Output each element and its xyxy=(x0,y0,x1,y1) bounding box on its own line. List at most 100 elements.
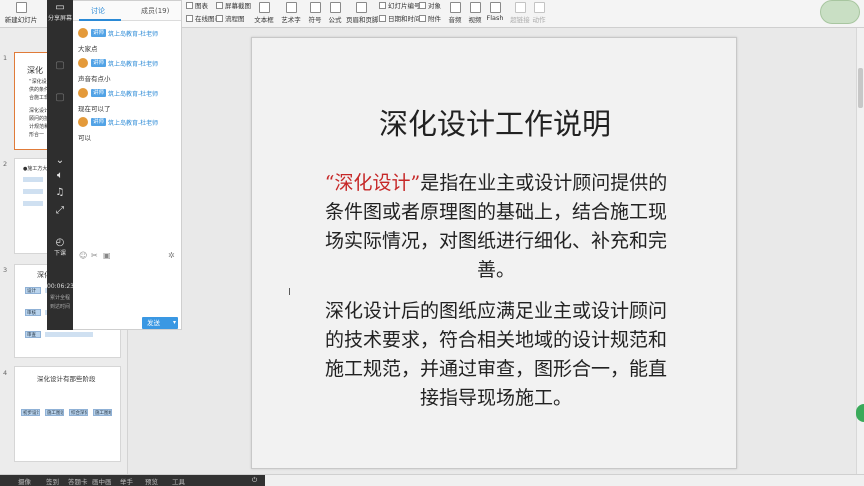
tools-menu[interactable]: 工具 xyxy=(172,476,185,486)
chart-button[interactable]: 图表 xyxy=(186,0,208,10)
tab-discussion[interactable]: 讨论 xyxy=(91,6,105,16)
thumb-bar xyxy=(23,177,43,182)
hyperlink-button[interactable]: 超链接 xyxy=(510,1,530,27)
action-button[interactable]: 动作 xyxy=(531,1,547,27)
emoji-icon[interactable]: ☺ xyxy=(79,251,87,260)
pip-tool[interactable]: 画中画 xyxy=(92,476,112,486)
sender-name: 筑上岛教育-杜老师 xyxy=(108,31,159,38)
online-chart-icon xyxy=(186,15,193,22)
tab-members[interactable]: 成员(19) xyxy=(141,6,169,16)
avatar xyxy=(78,58,88,68)
elapsed-time: 00:06:23 xyxy=(47,283,74,290)
side-icon-1[interactable]: ▢ xyxy=(47,60,73,71)
slide-paragraph-1[interactable]: “深化设计”是指在业主或设计顾问提供的条件图或者原理图的基础上，结合施工现场实际… xyxy=(320,169,672,285)
wordart-icon xyxy=(285,2,297,13)
power-icon[interactable]: ⏻ xyxy=(252,476,257,485)
panel-icon: ▢ xyxy=(55,92,65,103)
avatar xyxy=(78,88,88,98)
thumb-pill: 设计 xyxy=(25,287,41,294)
wordart-button[interactable]: 艺术字 xyxy=(280,1,302,27)
time-label-2: 到达时间 xyxy=(49,304,70,310)
paperclip-icon xyxy=(419,15,426,22)
chat-tabs: 讨论 成员(19) xyxy=(73,1,181,21)
fullscreen-icon: ⤢ xyxy=(56,205,64,216)
scissors-icon xyxy=(216,2,223,9)
status-bar: 摄像 签到 答题卡 画中画 举手 预览 工具 ⏻ xyxy=(0,474,864,486)
sender-name: 筑上岛教育-杜老师 xyxy=(108,61,159,68)
send-button[interactable]: 发送 ▾ xyxy=(142,317,178,329)
chat-input-toolbar: ☺ ✂ ▣ ✲ xyxy=(79,251,179,261)
brand-logo xyxy=(820,0,860,24)
music-icon: ♫ xyxy=(55,187,65,198)
settings-icon[interactable]: ✲ xyxy=(168,251,175,260)
object-icon xyxy=(419,2,426,9)
text-cursor-icon: I xyxy=(288,287,291,298)
attachment-button[interactable]: 附件 xyxy=(419,13,441,23)
scissors-icon[interactable]: ✂ xyxy=(91,251,98,260)
side-icon-2[interactable]: ▢ xyxy=(47,92,73,103)
raise-hand-tool[interactable]: 举手 xyxy=(120,476,133,486)
video-button[interactable]: 视频 xyxy=(466,1,484,27)
music-button[interactable]: ♫ xyxy=(47,187,73,198)
object-button[interactable]: 对象 xyxy=(419,0,441,10)
new-slide-button[interactable]: 新建幻灯片 xyxy=(4,1,38,27)
end-class-button[interactable]: ◴ 下课 xyxy=(47,237,73,257)
thumb-pill: 审查 xyxy=(25,331,41,338)
thumb-pill: 施工图设计阶段 xyxy=(45,409,64,416)
current-slide[interactable]: 深化设计工作说明 “深化设计”是指在业主或设计顾问提供的条件图或者原理图的基础上… xyxy=(251,37,737,469)
sign-in-tool[interactable]: 签到 xyxy=(46,476,59,486)
textbox-button[interactable]: 文本框 xyxy=(253,1,275,27)
message-text: 可以 xyxy=(78,134,91,142)
textbox-icon xyxy=(258,2,270,13)
scrollbar-thumb[interactable] xyxy=(858,68,863,108)
role-badge: 讲师 xyxy=(91,89,107,97)
panel-icon: ▢ xyxy=(55,60,65,71)
thumb-bar xyxy=(23,201,43,206)
action-icon xyxy=(533,2,545,13)
chart-icon xyxy=(186,2,193,9)
camera-tool[interactable]: 摄像 xyxy=(18,476,31,486)
audio-button[interactable]: 音频 xyxy=(446,1,464,27)
audio-icon xyxy=(449,2,461,13)
header-footer-icon xyxy=(355,2,367,13)
thumb-pill: 审核 xyxy=(25,309,41,316)
floating-assistant-icon[interactable] xyxy=(856,404,864,422)
slide-number-button[interactable]: 幻灯片编号 xyxy=(379,0,421,10)
collapse-button[interactable]: ⌄ xyxy=(47,155,73,166)
header-footer-button[interactable]: 页眉和页脚 xyxy=(346,1,379,27)
avatar xyxy=(78,28,88,38)
speaker-icon: 🔈︎ xyxy=(57,170,63,181)
slide-thumbnail-4[interactable]: 深化设计有那些阶段 初步设计 施工图设计阶段 综合深化设计阶段 施工图竣工图 xyxy=(14,366,121,462)
clock-icon: ◴ xyxy=(55,237,65,248)
chat-panel: 讨论 成员(19) 讲师 筑上岛教育-杜老师 大家点 讲师 筑上岛教育-杜老师 … xyxy=(73,0,182,330)
symbol-button[interactable]: 符号 xyxy=(306,1,324,27)
role-badge: 讲师 xyxy=(91,118,107,126)
video-icon xyxy=(469,2,481,13)
image-icon[interactable]: ▣ xyxy=(103,251,111,260)
screenshot-button[interactable]: 屏幕截图 xyxy=(216,0,251,10)
flowchart-button[interactable]: 流程图 xyxy=(216,13,245,23)
role-badge: 讲师 xyxy=(91,59,107,67)
quoted-term: “深化设计” xyxy=(324,172,421,194)
share-screen-button[interactable]: ▭ 分享屏幕 xyxy=(47,2,73,22)
preview-tool[interactable]: 预览 xyxy=(145,476,158,486)
slide-title[interactable]: 深化设计工作说明 xyxy=(252,101,738,143)
active-tab-indicator xyxy=(79,19,121,21)
thumb-pill: 综合深化设计阶段 xyxy=(69,409,88,416)
slide-number-icon xyxy=(379,2,386,9)
answer-card-tool[interactable]: 答题卡 xyxy=(68,476,88,486)
fullscreen-button[interactable]: ⤢ xyxy=(47,205,73,216)
thumb-bar xyxy=(23,189,43,194)
share-screen-icon: ▭ xyxy=(55,2,65,13)
message-text: 现在可以了 xyxy=(78,105,111,113)
flash-button[interactable]: Flash xyxy=(486,1,504,27)
formula-button[interactable]: 公式 xyxy=(326,1,344,27)
thumb-bar xyxy=(45,332,93,337)
thumb-number: 2 xyxy=(3,160,8,168)
thumb-number: 1 xyxy=(3,54,8,62)
dropdown-arrow-icon[interactable]: ▾ xyxy=(173,317,176,329)
datetime-button[interactable]: 日期和时间 xyxy=(379,13,421,23)
slide-paragraph-2[interactable]: 深化设计后的图纸应满足业主或设计顾问的技术要求，符合相关地域的设计规范和施工规范… xyxy=(320,297,672,413)
chat-message: 讲师 筑上岛教育-杜老师 可以 xyxy=(77,117,179,142)
volume-button[interactable]: 🔈︎ xyxy=(47,170,73,181)
